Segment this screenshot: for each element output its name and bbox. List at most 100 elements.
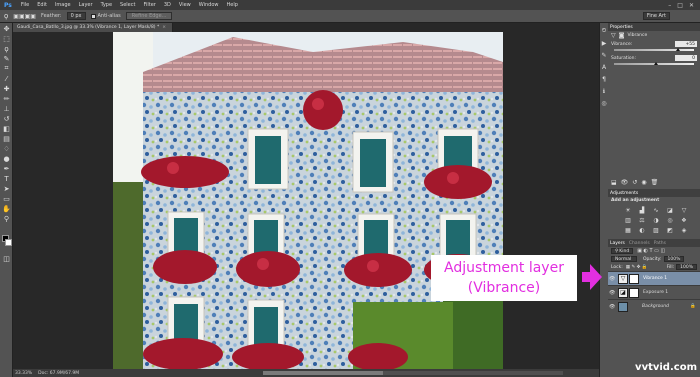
vibrance-slider-knob[interactable] <box>675 48 680 51</box>
shape-tool-icon[interactable]: ▭ <box>1 194 12 203</box>
invert-icon[interactable]: ◐ <box>638 227 646 234</box>
marquee-tool-icon[interactable]: ⬚ <box>1 34 12 43</box>
dodge-tool-icon[interactable]: ● <box>1 154 12 163</box>
gradient-tool-icon[interactable]: ▤ <box>1 134 12 143</box>
eraser-tool-icon[interactable]: ◧ <box>1 124 12 133</box>
refine-edge-button[interactable]: Refine Edge... <box>125 12 173 20</box>
fill-input[interactable]: 100% <box>676 264 697 270</box>
lock-icons[interactable]: ▦ ✎ ✥ 🔒 <box>626 265 648 270</box>
menu-image[interactable]: Image <box>51 2 75 8</box>
background-color-swatch[interactable] <box>5 239 12 246</box>
character-icon[interactable]: A <box>600 63 608 71</box>
maximize-icon[interactable]: □ <box>677 2 683 9</box>
vibrance-input[interactable]: +55 <box>675 41 697 47</box>
brush-tool-icon[interactable]: ✏ <box>1 94 12 103</box>
channel-mixer-icon[interactable]: ❖ <box>680 217 688 224</box>
clip-to-layer-icon[interactable]: ⬓ <box>611 179 617 186</box>
crop-tool-icon[interactable]: ⌗ <box>1 64 12 73</box>
posterize-icon[interactable]: ▨ <box>652 227 660 234</box>
tab-paths[interactable]: Paths <box>654 241 666 246</box>
view-previous-icon[interactable]: 👁 <box>621 179 629 186</box>
eye-icon[interactable]: 👁 <box>609 304 615 310</box>
workspace-select[interactable]: Fine Art <box>642 12 670 20</box>
layer-kind-select[interactable]: ⚲ Kind <box>611 248 634 254</box>
menu-type[interactable]: Type <box>97 2 116 8</box>
minimize-icon[interactable]: – <box>668 2 671 9</box>
selection-mode-icons[interactable]: ▣▣▣▣ <box>13 13 36 20</box>
type-tool-icon[interactable]: T <box>1 174 12 183</box>
eyedropper-tool-icon[interactable]: ⁄ <box>1 74 12 83</box>
brightness-contrast-icon[interactable]: ☀ <box>624 207 632 214</box>
close-icon[interactable]: ✕ <box>689 2 694 9</box>
opacity-input[interactable]: 100% <box>663 256 685 262</box>
menu-edit[interactable]: Edit <box>33 2 51 8</box>
quick-mask-icon[interactable]: ◫ <box>1 254 12 263</box>
move-tool-icon[interactable]: ✥ <box>1 24 12 33</box>
properties-tab[interactable]: Properties <box>608 23 700 31</box>
levels-icon[interactable]: ▟ <box>638 207 646 214</box>
menu-file[interactable]: File <box>17 2 33 8</box>
layer-filter-icons[interactable]: ▣ ◐ T ▭ ◫ <box>637 248 665 254</box>
antialias-checkbox[interactable]: Anti-alias <box>90 13 121 19</box>
clone-stamp-icon[interactable]: ⊥ <box>1 104 12 113</box>
color-balance-icon[interactable]: ⚖ <box>638 217 646 224</box>
layer-mask-thumbnail[interactable] <box>629 273 639 284</box>
menu-select[interactable]: Select <box>116 2 139 8</box>
reset-icon[interactable]: ↺ <box>632 179 637 186</box>
history-brush-icon[interactable]: ↺ <box>1 114 12 123</box>
photo-filter-icon[interactable]: ◎ <box>666 217 674 224</box>
menu-3d[interactable]: 3D <box>160 2 175 8</box>
navigator-icon[interactable]: ◎ <box>600 99 608 107</box>
eye-icon[interactable]: 👁 <box>609 276 615 282</box>
layer-mask-icon[interactable]: ◙ <box>619 32 625 39</box>
delete-icon[interactable]: 🗑 <box>651 179 659 186</box>
saturation-input[interactable]: 0 <box>675 55 697 61</box>
menu-layer[interactable]: Layer <box>75 2 97 8</box>
blur-tool-icon[interactable]: ♢ <box>1 144 12 153</box>
lasso-tool-icon[interactable]: ϙ <box>4 12 8 20</box>
menu-view[interactable]: View <box>175 2 195 8</box>
checkbox-icon[interactable] <box>90 13 96 19</box>
lasso-tool-icon[interactable]: ϙ <box>1 44 12 53</box>
adjustments-tab[interactable]: Adjustments <box>608 189 700 197</box>
vibrance-icon[interactable]: ▽ <box>680 207 688 214</box>
history-icon[interactable]: ⏲ <box>600 27 608 35</box>
saturation-slider-knob[interactable] <box>654 62 658 65</box>
menu-help[interactable]: Help <box>223 2 242 8</box>
quick-select-tool-icon[interactable]: ✎ <box>1 54 12 63</box>
info-icon[interactable]: ℹ <box>600 87 608 95</box>
threshold-icon[interactable]: ◩ <box>666 227 674 234</box>
eye-icon[interactable]: 👁 <box>609 290 615 296</box>
layer-row-exposure[interactable]: 👁 ◪ Exposure 1 <box>608 285 700 299</box>
canvas-image[interactable] <box>113 32 503 369</box>
layer-row-vibrance[interactable]: 👁 ▽ Vibrance 1 <box>608 271 700 285</box>
layer-row-background[interactable]: 👁 Background 🔒 <box>608 299 700 313</box>
paragraph-icon[interactable]: ¶ <box>600 75 608 83</box>
pen-tool-icon[interactable]: ✒ <box>1 164 12 173</box>
visibility-icon[interactable]: ◉ <box>641 179 646 186</box>
saturation-slider[interactable] <box>614 62 694 65</box>
curves-icon[interactable]: ∿ <box>652 207 660 214</box>
zoom-level[interactable]: 33.33% <box>15 371 32 376</box>
scrollbar-thumb[interactable] <box>263 371 383 375</box>
black-white-icon[interactable]: ◑ <box>652 217 660 224</box>
selective-color-icon[interactable]: ◈ <box>680 227 688 234</box>
layer-mask-thumbnail[interactable] <box>629 287 639 298</box>
actions-icon[interactable]: ▶ <box>600 39 608 47</box>
tab-layers[interactable]: Layers <box>610 241 625 246</box>
brush-presets-icon[interactable]: ✎ <box>600 51 608 59</box>
horizontal-scrollbar[interactable] <box>263 371 563 375</box>
hand-tool-icon[interactable]: ✋ <box>1 204 12 213</box>
path-select-tool-icon[interactable]: ➤ <box>1 184 12 193</box>
healing-brush-icon[interactable]: ✚ <box>1 84 12 93</box>
document-tab[interactable]: Gaudi_Casa_Batllo_3.jpg @ 33.3% (Vibranc… <box>13 23 173 32</box>
hue-saturation-icon[interactable]: ▥ <box>624 217 632 224</box>
zoom-tool-icon[interactable]: ⚲ <box>1 214 12 223</box>
vibrance-slider[interactable] <box>614 48 694 51</box>
tab-channels[interactable]: Channels <box>629 241 650 246</box>
close-tab-icon[interactable]: × <box>162 25 166 30</box>
feather-input[interactable]: 0 px <box>66 12 86 20</box>
menu-filter[interactable]: Filter <box>139 2 159 8</box>
menu-window[interactable]: Window <box>195 2 223 8</box>
blend-mode-select[interactable]: Normal <box>611 256 637 262</box>
